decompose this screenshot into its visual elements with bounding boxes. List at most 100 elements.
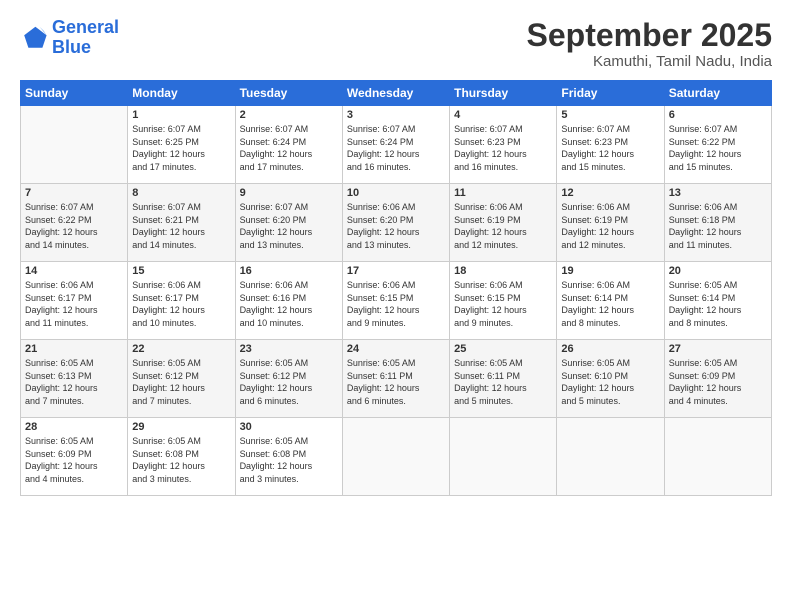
day-info: Sunrise: 6:06 AMSunset: 6:19 PMDaylight:… <box>561 201 659 251</box>
calendar-week-2: 7Sunrise: 6:07 AMSunset: 6:22 PMDaylight… <box>21 184 772 262</box>
calendar-cell-w3-d3: 17 Sunrise: 6:06 AMSunset: 6:15 PMDayligh… <box>342 262 449 340</box>
calendar-cell-w1-d5: 5Sunrise: 6:07 AMSunset: 6:23 PMDaylight… <box>557 106 664 184</box>
calendar-week-4: 21Sunrise: 6:05 AMSunset: 6:13 PMDayligh… <box>21 340 772 418</box>
calendar-cell-w4-d6: 27 Sunrise: 6:05 AMSunset: 6:09 PMDayligh… <box>664 340 771 418</box>
logo: General Blue <box>20 18 119 58</box>
calendar-cell-w4-d1: 22 Sunrise: 6:05 AMSunset: 6:12 PMDayligh… <box>128 340 235 418</box>
location-subtitle: Kamuthi, Tamil Nadu, India <box>527 53 772 70</box>
calendar-cell-w3-d5: 19 Sunrise: 6:06 AMSunset: 6:14 PMDayligh… <box>557 262 664 340</box>
day-info: Sunrise: 6:06 AMSunset: 6:19 PMDaylight:… <box>454 201 552 251</box>
day-number: 11 <box>454 187 552 199</box>
calendar-cell-w1-d3: 3 Sunrise: 6:07 AMSunset: 6:24 PMDaylight… <box>342 106 449 184</box>
day-number: 15 <box>132 265 230 277</box>
calendar-cell-w1-d1: 1Sunrise: 6:07 AMSunset: 6:25 PMDaylight… <box>128 106 235 184</box>
day-info: Sunrise: 6:05 AMSunset: 6:08 PMDaylight:… <box>240 435 338 485</box>
day-info: Sunrise: 6:06 AMSunset: 6:15 PMDaylight:… <box>454 279 552 329</box>
day-info: Sunrise: 6:06 AMSunset: 6:18 PMDaylight:… <box>669 201 767 251</box>
day-info: Sunrise: 6:05 AMSunset: 6:10 PMDaylight:… <box>561 357 659 407</box>
col-sunday: Sunday <box>21 81 128 106</box>
calendar-cell-w3-d6: 20 Sunrise: 6:05 AMSunset: 6:14 PMDayligh… <box>664 262 771 340</box>
calendar-cell-w4-d5: 26 Sunrise: 6:05 AMSunset: 6:10 PMDayligh… <box>557 340 664 418</box>
calendar-cell-w5-d3 <box>342 418 449 496</box>
calendar-cell-w4-d0: 21Sunrise: 6:05 AMSunset: 6:13 PMDayligh… <box>21 340 128 418</box>
calendar-cell-w5-d5 <box>557 418 664 496</box>
day-info: Sunrise: 6:07 AMSunset: 6:24 PMDaylight:… <box>347 123 445 173</box>
day-info: Sunrise: 6:07 AMSunset: 6:23 PMDaylight:… <box>561 123 659 173</box>
logo-line2: Blue <box>52 37 91 57</box>
day-info: Sunrise: 6:05 AMSunset: 6:12 PMDaylight:… <box>132 357 230 407</box>
col-friday: Friday <box>557 81 664 106</box>
calendar-table: Sunday Monday Tuesday Wednesday Thursday… <box>20 80 772 496</box>
day-number: 23 <box>240 343 338 355</box>
col-saturday: Saturday <box>664 81 771 106</box>
day-info: Sunrise: 6:06 AMSunset: 6:17 PMDaylight:… <box>132 279 230 329</box>
calendar-cell-w5-d4 <box>450 418 557 496</box>
page: General Blue September 2025 Kamuthi, Tam… <box>0 0 792 612</box>
logo-line1: General <box>52 17 119 37</box>
calendar-cell-w5-d2: 30 Sunrise: 6:05 AMSunset: 6:08 PMDayligh… <box>235 418 342 496</box>
day-number: 27 <box>669 343 767 355</box>
day-number: 19 <box>561 265 659 277</box>
day-number: 3 <box>347 109 445 121</box>
day-info: Sunrise: 6:07 AMSunset: 6:21 PMDaylight:… <box>132 201 230 251</box>
day-number: 22 <box>132 343 230 355</box>
calendar-cell-w3-d0: 14Sunrise: 6:06 AMSunset: 6:17 PMDayligh… <box>21 262 128 340</box>
calendar-cell-w4-d3: 24 Sunrise: 6:05 AMSunset: 6:11 PMDayligh… <box>342 340 449 418</box>
day-number: 10 <box>347 187 445 199</box>
day-number: 8 <box>132 187 230 199</box>
calendar-cell-w3-d1: 15 Sunrise: 6:06 AMSunset: 6:17 PMDayligh… <box>128 262 235 340</box>
day-info: Sunrise: 6:07 AMSunset: 6:22 PMDaylight:… <box>25 201 123 251</box>
calendar-week-1: 1Sunrise: 6:07 AMSunset: 6:25 PMDaylight… <box>21 106 772 184</box>
calendar-cell-w2-d4: 11 Sunrise: 6:06 AMSunset: 6:19 PMDayligh… <box>450 184 557 262</box>
day-info: Sunrise: 6:05 AMSunset: 6:14 PMDaylight:… <box>669 279 767 329</box>
day-info: Sunrise: 6:07 AMSunset: 6:20 PMDaylight:… <box>240 201 338 251</box>
day-number: 6 <box>669 109 767 121</box>
calendar-cell-w3-d4: 18Sunrise: 6:06 AMSunset: 6:15 PMDayligh… <box>450 262 557 340</box>
day-number: 24 <box>347 343 445 355</box>
calendar-cell-w4-d4: 25Sunrise: 6:05 AMSunset: 6:11 PMDayligh… <box>450 340 557 418</box>
day-number: 9 <box>240 187 338 199</box>
day-info: Sunrise: 6:07 AMSunset: 6:24 PMDaylight:… <box>240 123 338 173</box>
day-number: 4 <box>454 109 552 121</box>
day-number: 17 <box>347 265 445 277</box>
col-tuesday: Tuesday <box>235 81 342 106</box>
calendar-cell-w1-d0 <box>21 106 128 184</box>
day-info: Sunrise: 6:05 AMSunset: 6:08 PMDaylight:… <box>132 435 230 485</box>
calendar-week-5: 28Sunrise: 6:05 AMSunset: 6:09 PMDayligh… <box>21 418 772 496</box>
day-number: 20 <box>669 265 767 277</box>
day-number: 28 <box>25 421 123 433</box>
day-number: 1 <box>132 109 230 121</box>
day-info: Sunrise: 6:05 AMSunset: 6:11 PMDaylight:… <box>347 357 445 407</box>
calendar-cell-w1-d2: 2 Sunrise: 6:07 AMSunset: 6:24 PMDaylight… <box>235 106 342 184</box>
day-number: 29 <box>132 421 230 433</box>
day-info: Sunrise: 6:06 AMSunset: 6:15 PMDaylight:… <box>347 279 445 329</box>
calendar-cell-w2-d1: 8 Sunrise: 6:07 AMSunset: 6:21 PMDaylight… <box>128 184 235 262</box>
logo-icon <box>20 24 48 52</box>
day-number: 30 <box>240 421 338 433</box>
calendar-cell-w5-d6 <box>664 418 771 496</box>
calendar-header-row: Sunday Monday Tuesday Wednesday Thursday… <box>21 81 772 106</box>
month-title: September 2025 <box>527 18 772 53</box>
day-info: Sunrise: 6:06 AMSunset: 6:17 PMDaylight:… <box>25 279 123 329</box>
day-number: 26 <box>561 343 659 355</box>
calendar-cell-w1-d6: 6 Sunrise: 6:07 AMSunset: 6:22 PMDaylight… <box>664 106 771 184</box>
day-info: Sunrise: 6:05 AMSunset: 6:09 PMDaylight:… <box>669 357 767 407</box>
day-info: Sunrise: 6:07 AMSunset: 6:23 PMDaylight:… <box>454 123 552 173</box>
day-info: Sunrise: 6:06 AMSunset: 6:14 PMDaylight:… <box>561 279 659 329</box>
day-info: Sunrise: 6:05 AMSunset: 6:13 PMDaylight:… <box>25 357 123 407</box>
logo-text: General Blue <box>52 18 119 58</box>
col-thursday: Thursday <box>450 81 557 106</box>
calendar-cell-w1-d4: 4 Sunrise: 6:07 AMSunset: 6:23 PMDaylight… <box>450 106 557 184</box>
day-number: 25 <box>454 343 552 355</box>
day-info: Sunrise: 6:06 AMSunset: 6:16 PMDaylight:… <box>240 279 338 329</box>
calendar-cell-w2-d2: 9 Sunrise: 6:07 AMSunset: 6:20 PMDaylight… <box>235 184 342 262</box>
day-info: Sunrise: 6:07 AMSunset: 6:22 PMDaylight:… <box>669 123 767 173</box>
col-wednesday: Wednesday <box>342 81 449 106</box>
day-info: Sunrise: 6:05 AMSunset: 6:12 PMDaylight:… <box>240 357 338 407</box>
calendar-cell-w2-d0: 7Sunrise: 6:07 AMSunset: 6:22 PMDaylight… <box>21 184 128 262</box>
calendar-cell-w4-d2: 23 Sunrise: 6:05 AMSunset: 6:12 PMDayligh… <box>235 340 342 418</box>
day-number: 16 <box>240 265 338 277</box>
day-number: 2 <box>240 109 338 121</box>
calendar-cell-w5-d0: 28Sunrise: 6:05 AMSunset: 6:09 PMDayligh… <box>21 418 128 496</box>
day-number: 13 <box>669 187 767 199</box>
